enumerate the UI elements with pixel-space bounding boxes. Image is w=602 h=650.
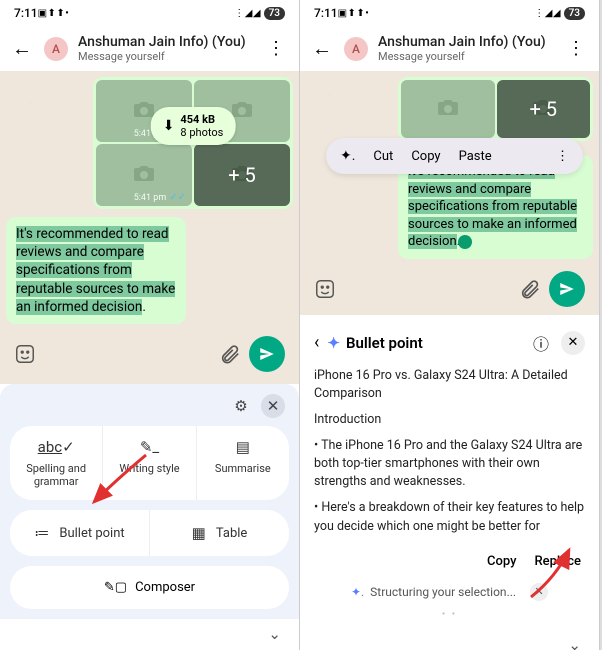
pen-icon: ✎_ xyxy=(140,438,159,456)
status-time: 7:11 xyxy=(14,6,38,20)
ai-sparkle-icon[interactable]: ✦. xyxy=(340,148,355,164)
menu-paste[interactable]: Paste xyxy=(459,149,492,164)
ai-tools-panel: ⚙ ✕ abc✓Spelling and grammar ✎_Writing s… xyxy=(0,384,299,619)
media-thumb-more[interactable]: + 5 xyxy=(194,144,290,206)
download-icon: ⬇ xyxy=(163,118,175,134)
menu-cut[interactable]: Cut xyxy=(373,149,393,164)
result-bullet: • The iPhone 16 Pro and the Galaxy S24 U… xyxy=(314,437,585,491)
send-button[interactable] xyxy=(249,336,285,372)
close-icon[interactable]: ✕ xyxy=(261,394,285,418)
input-bar xyxy=(306,265,593,313)
menu-more-icon[interactable]: ⋮ xyxy=(556,149,569,164)
attach-icon[interactable] xyxy=(219,343,241,365)
collapse-chevron-icon[interactable]: ⌄ xyxy=(0,619,299,649)
tool-spelling[interactable]: abc✓Spelling and grammar xyxy=(10,426,103,500)
page-dots: • • xyxy=(314,609,585,620)
ai-result-panel: ‹ ✦Bullet point ⓘ ✕ iPhone 16 Pro vs. Ga… xyxy=(300,315,599,630)
chat-area: + 5 ✦. Cut Copy Paste ⋮ It's recommended… xyxy=(300,71,599,315)
sticker-icon[interactable] xyxy=(14,343,36,365)
back-button[interactable]: ← xyxy=(10,34,34,63)
selected-text: It's recommended to read reviews and com… xyxy=(16,226,175,315)
collapse-chevron-icon[interactable]: ⌄ xyxy=(300,630,599,650)
media-count: 8 photos xyxy=(180,126,223,139)
sparkle-icon: ✦ xyxy=(327,334,340,352)
menu-copy[interactable]: Copy xyxy=(411,149,440,164)
replace-button[interactable]: Replace xyxy=(534,554,581,569)
media-message[interactable]: 5:41 pm✓✓ 5:41 pm✓✓ + 5 ⬇ 454 kB 8 photo… xyxy=(93,77,293,209)
gear-icon[interactable]: ⚙ xyxy=(229,394,253,418)
message-tail: . xyxy=(142,299,146,315)
more-menu-icon[interactable]: ⋮ xyxy=(563,34,589,63)
copy-button[interactable]: Copy xyxy=(487,554,516,569)
tool-bullet-point[interactable]: ≔Bullet point xyxy=(10,510,150,556)
avatar[interactable]: A xyxy=(344,37,368,61)
tool-table[interactable]: ▦Table xyxy=(150,510,289,556)
chat-area: 5:41 pm✓✓ 5:41 pm✓✓ + 5 ⬇ 454 kB 8 photo… xyxy=(0,71,299,384)
media-message[interactable]: + 5 xyxy=(398,77,593,141)
tool-summarise[interactable]: ▤Summarise xyxy=(197,426,289,500)
cancel-structuring-icon[interactable]: ✕ xyxy=(530,583,548,601)
list-icon: ≔ xyxy=(34,524,49,542)
close-icon[interactable]: ✕ xyxy=(561,331,585,355)
more-count-overlay: + 5 xyxy=(497,80,591,138)
header-text-block[interactable]: Anshuman Jain Info) (You) Message yourse… xyxy=(378,34,553,63)
chat-header: ← A Anshuman Jain Info) (You) Message yo… xyxy=(300,26,599,71)
table-icon: ▦ xyxy=(192,524,206,542)
header-text-block[interactable]: Anshuman Jain Info) (You) Message yourse… xyxy=(78,34,253,63)
tool-composer[interactable]: ✎▢Composer xyxy=(10,566,289,609)
result-heading: iPhone 16 Pro vs. Galaxy S24 Ultra: A De… xyxy=(314,367,585,403)
media-thumb[interactable] xyxy=(401,80,495,138)
input-bar xyxy=(6,330,293,378)
info-icon[interactable]: ⓘ xyxy=(529,331,553,355)
sparkle-icon: ✦. xyxy=(351,585,364,599)
camera-icon xyxy=(433,95,463,123)
result-back-icon[interactable]: ‹ xyxy=(314,332,319,353)
text-context-menu: ✦. Cut Copy Paste ⋮ xyxy=(326,138,583,174)
result-body: iPhone 16 Pro vs. Galaxy S24 Ultra: A De… xyxy=(314,367,585,536)
composer-icon: ✎▢ xyxy=(104,580,127,595)
chat-subtitle: Message yourself xyxy=(78,50,253,63)
camera-icon xyxy=(129,161,159,189)
more-menu-icon[interactable]: ⋮ xyxy=(263,34,289,63)
status-signal-icons: ⋮ ◢ ◢ xyxy=(234,8,259,19)
summarise-icon: ▤ xyxy=(236,438,250,456)
status-bar: 7:11 ▣ ⬆ ⬆ • ⋮ ◢ ◢ 73 xyxy=(0,0,299,26)
avatar[interactable]: A xyxy=(44,37,68,61)
chat-title: Anshuman Jain Info) (You) xyxy=(78,34,253,50)
result-intro-label: Introduction xyxy=(314,411,585,429)
chat-subtitle: Message yourself xyxy=(378,50,553,63)
read-tick-icon: ✓✓ xyxy=(169,192,186,203)
result-bullet: • Here's a breakdown of their key featur… xyxy=(314,499,585,535)
status-bar: 7:11 ▣ ⬆ ⬆ • ⋮ ◢ ◢ 73 xyxy=(300,0,599,26)
media-thumb[interactable]: 5:41 pm✓✓ xyxy=(96,144,192,206)
sticker-icon[interactable] xyxy=(314,278,336,300)
attach-icon[interactable] xyxy=(519,278,541,300)
selected-text: It's recommended to read reviews and com… xyxy=(408,164,577,249)
media-size: 454 kB xyxy=(180,113,223,126)
status-left-icons: ▣ ⬆ ⬆ • xyxy=(38,8,68,19)
media-time: 5:41 pm✓✓ xyxy=(134,192,186,203)
selection-handle-icon[interactable] xyxy=(458,235,472,249)
battery-pill: 73 xyxy=(264,7,285,20)
more-count-overlay: + 5 xyxy=(194,144,290,206)
tool-writing-style[interactable]: ✎_Writing style xyxy=(103,426,196,500)
status-time: 7:11 xyxy=(314,6,338,20)
abc-icon: abc✓ xyxy=(38,438,75,456)
structuring-status: ✦. Structuring your selection... ✕ xyxy=(314,575,585,609)
status-signal-icons: ⋮ ◢ ◢ xyxy=(534,8,559,19)
status-left-icons: ▣ ⬆ ⬆ • xyxy=(338,8,368,19)
message-bubble[interactable]: It's recommended to read reviews and com… xyxy=(6,217,186,324)
chat-title: Anshuman Jain Info) (You) xyxy=(378,34,553,50)
media-thumb-more[interactable]: + 5 xyxy=(497,80,591,138)
back-button[interactable]: ← xyxy=(310,34,334,63)
send-button[interactable] xyxy=(549,271,585,307)
chat-header: ← A Anshuman Jain Info) (You) Message yo… xyxy=(0,26,299,71)
result-title: ✦Bullet point xyxy=(327,334,521,352)
download-badge[interactable]: ⬇ 454 kB 8 photos xyxy=(151,107,236,145)
battery-pill: 73 xyxy=(564,7,585,20)
